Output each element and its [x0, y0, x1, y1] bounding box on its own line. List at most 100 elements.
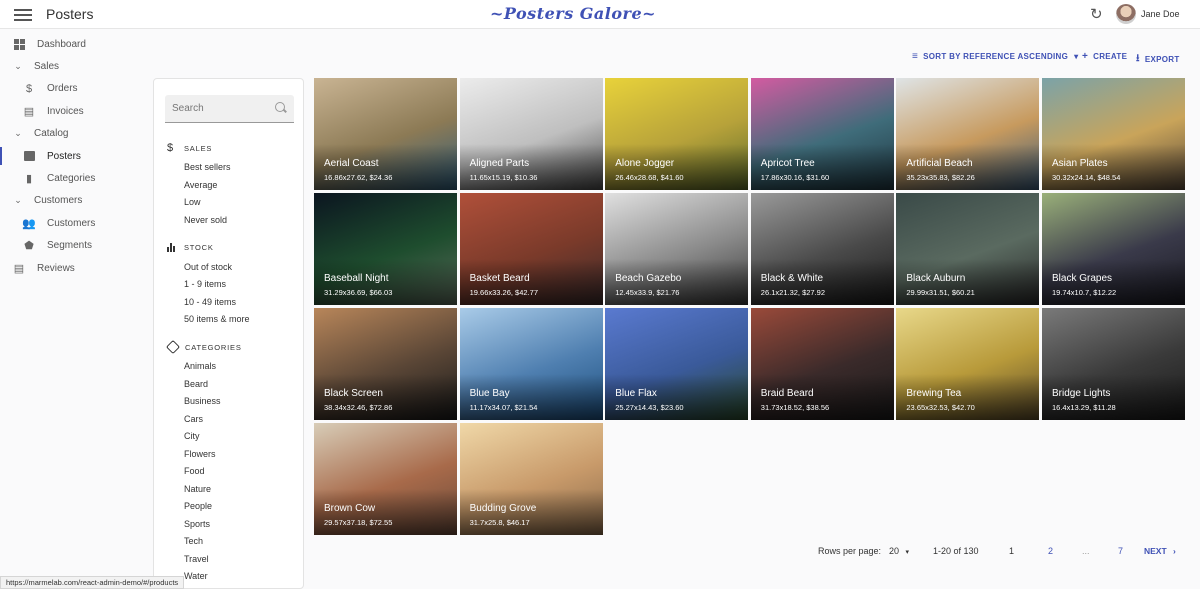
refresh-icon[interactable]: ↻ — [1090, 5, 1103, 23]
avatar[interactable] — [1116, 4, 1136, 24]
chevron-right-icon: › — [1173, 546, 1176, 556]
poster-tile[interactable]: Basket Beard 19.66x33.26, $42.77 — [459, 193, 603, 305]
poster-tile[interactable]: Black & White 26.1x21.32, $27.92 — [750, 193, 894, 305]
poster-name: Baseball Night — [324, 273, 389, 284]
poster-details: 16.4x13.29, $11.28 — [1052, 403, 1116, 412]
page-7-button[interactable]: 7 — [1118, 546, 1123, 556]
create-button[interactable]: + CREATE — [1082, 51, 1127, 62]
filter-item[interactable]: Out of stock — [184, 262, 232, 272]
filter-sidebar: $ SALES Best sellers Average Low Never s… — [153, 78, 304, 589]
poster-tile[interactable]: Budding Grove 31.7x25.8, $46.17 — [459, 423, 603, 535]
filter-item[interactable]: Animals — [184, 361, 216, 371]
filter-item[interactable]: People — [184, 501, 212, 511]
dropdown-icon: ▾ — [1074, 52, 1079, 61]
page-2-button[interactable]: 2 — [1048, 546, 1053, 556]
sidebar-item-customers[interactable]: 👥 Customers — [0, 212, 150, 234]
filter-item[interactable]: Never sold — [184, 215, 227, 225]
search-icon[interactable] — [275, 102, 285, 112]
expand-icon: ⌄ — [14, 195, 22, 206]
filter-item[interactable]: Tech — [184, 536, 203, 546]
poster-name: Alone Jogger — [615, 158, 675, 169]
expand-icon: ⌄ — [14, 128, 22, 139]
poster-tile[interactable]: Black Grapes 19.74x10.7, $12.22 — [1042, 193, 1185, 305]
download-icon: ⭳ — [1136, 53, 1140, 64]
filter-section-title: SALES — [184, 143, 213, 153]
sidebar-item-reviews[interactable]: ▤ Reviews — [0, 257, 150, 279]
poster-name: Brewing Tea — [906, 388, 962, 399]
sidebar-item-label: Reviews — [37, 262, 75, 274]
poster-details: 11.65x15.19, $10.36 — [469, 173, 538, 182]
filter-item[interactable]: Best sellers — [184, 162, 231, 172]
sidebar-group-sales[interactable]: ⌄ Sales — [0, 55, 150, 77]
poster-tile[interactable]: Artificial Beach 35.23x35.83, $82.26 — [896, 78, 1040, 190]
sidebar-item-posters[interactable]: Posters — [0, 145, 150, 167]
poster-name: Aerial Coast — [324, 158, 379, 169]
search-input[interactable] — [165, 95, 265, 121]
filter-item[interactable]: Cars — [184, 414, 203, 424]
sidebar-item-orders[interactable]: $ Orders — [0, 78, 150, 100]
filter-item[interactable]: 1 - 9 items — [184, 279, 226, 289]
rows-per-page-select[interactable]: 20 ▾ — [889, 546, 909, 556]
poster-tile[interactable]: Brown Cow 29.57x37.18, $72.55 — [314, 423, 457, 535]
dropdown-icon: ▾ — [905, 549, 910, 556]
sidebar-group-customers[interactable]: ⌄ Customers — [0, 190, 150, 212]
expand-icon: ⌄ — [14, 61, 22, 72]
sidebar-item-categories[interactable]: ▮ Categories — [0, 167, 150, 189]
sort-button[interactable]: ≡ SORT BY REFERENCE ASCENDING ▾ — [912, 51, 1078, 62]
sidebar-group-catalog[interactable]: ⌄ Catalog — [0, 123, 150, 145]
filter-item[interactable]: Food — [184, 466, 205, 476]
poster-tile[interactable]: Aligned Parts 11.65x15.19, $10.36 — [459, 78, 603, 190]
poster-tile[interactable]: Beach Gazebo 12.45x33.9, $21.76 — [605, 193, 749, 305]
poster-details: 12.45x33.9, $21.76 — [615, 288, 680, 297]
poster-tile[interactable]: Black Screen 38.34x32.46, $72.86 — [314, 308, 457, 420]
poster-name: Blue Flax — [615, 388, 657, 399]
status-bar-url: https://marmelab.com/react-admin-demo/#/… — [0, 576, 185, 589]
user-name[interactable]: Jane Doe — [1141, 9, 1180, 19]
sidebar-item-segments[interactable]: ⬟ Segments — [0, 235, 150, 257]
filter-section-sales: $ SALES — [167, 142, 212, 154]
search-box[interactable] — [165, 95, 294, 123]
menu-icon[interactable] — [14, 6, 32, 22]
poster-tile[interactable]: Asian Plates 30.32x24.14, $48.54 — [1042, 78, 1185, 190]
next-label: NEXT — [1144, 546, 1167, 556]
next-page-button[interactable]: NEXT › — [1144, 546, 1176, 556]
export-button[interactable]: ⭳ EXPORT — [1136, 51, 1180, 68]
sidebar-item-dashboard[interactable]: Dashboard — [0, 33, 150, 55]
sidebar-item-label: Invoices — [47, 105, 84, 117]
poster-tile[interactable]: Brewing Tea 23.65x32.53, $42.70 — [896, 308, 1040, 420]
dollar-icon: $ — [167, 142, 174, 154]
poster-tile[interactable]: Alone Jogger 26.46x28.68, $41.60 — [605, 78, 749, 190]
filter-item[interactable]: Beard — [184, 379, 208, 389]
filter-item[interactable]: Business — [184, 396, 221, 406]
poster-details: 26.1x21.32, $27.92 — [760, 288, 826, 297]
page-1-button[interactable]: 1 — [1009, 546, 1014, 556]
filter-item[interactable]: Average — [184, 180, 217, 190]
filter-item[interactable]: Low — [184, 197, 201, 207]
filter-item[interactable]: City — [184, 431, 200, 441]
sidebar-item-invoices[interactable]: ▤ Invoices — [0, 100, 150, 122]
poster-tile[interactable]: Blue Bay 11.17x34.07, $21.54 — [459, 308, 603, 420]
sidebar-item-label: Categories — [47, 173, 96, 185]
filter-item[interactable]: Nature — [184, 484, 211, 494]
filter-item[interactable]: 10 - 49 items — [184, 297, 236, 307]
poster-tile[interactable]: Braid Beard 31.73x18.52, $38.56 — [750, 308, 894, 420]
poster-name: Black Grapes — [1052, 273, 1113, 284]
poster-details: 31.73x18.52, $38.56 — [760, 403, 830, 412]
poster-name: Beach Gazebo — [615, 273, 682, 284]
poster-tile[interactable]: Apricot Tree 17.86x30.16, $31.60 — [750, 78, 894, 190]
poster-details: 17.86x30.16, $31.60 — [760, 173, 830, 182]
filter-item[interactable]: Water — [184, 571, 208, 581]
filter-item[interactable]: 50 items & more — [184, 314, 250, 324]
poster-tile[interactable]: Bridge Lights 16.4x13.29, $11.28 — [1042, 308, 1185, 420]
poster-tile[interactable]: Blue Flax 25.27x14.43, $23.60 — [605, 308, 749, 420]
poster-tile[interactable]: Black Auburn 29.99x31.51, $60.21 — [896, 193, 1040, 305]
filter-item[interactable]: Flowers — [184, 449, 216, 459]
filter-item[interactable]: Travel — [184, 554, 209, 564]
sidebar-item-label: Customers — [47, 217, 96, 229]
filter-item[interactable]: Sports — [184, 519, 210, 529]
poster-tile[interactable]: Aerial Coast 16.86x27.62, $24.36 — [314, 78, 457, 190]
image-icon — [23, 150, 35, 162]
poster-details: 29.99x31.51, $60.21 — [906, 288, 975, 297]
poster-tile[interactable]: Baseball Night 31.29x36.69, $66.03 — [314, 193, 457, 305]
poster-details: 31.29x36.69, $66.03 — [324, 288, 393, 297]
